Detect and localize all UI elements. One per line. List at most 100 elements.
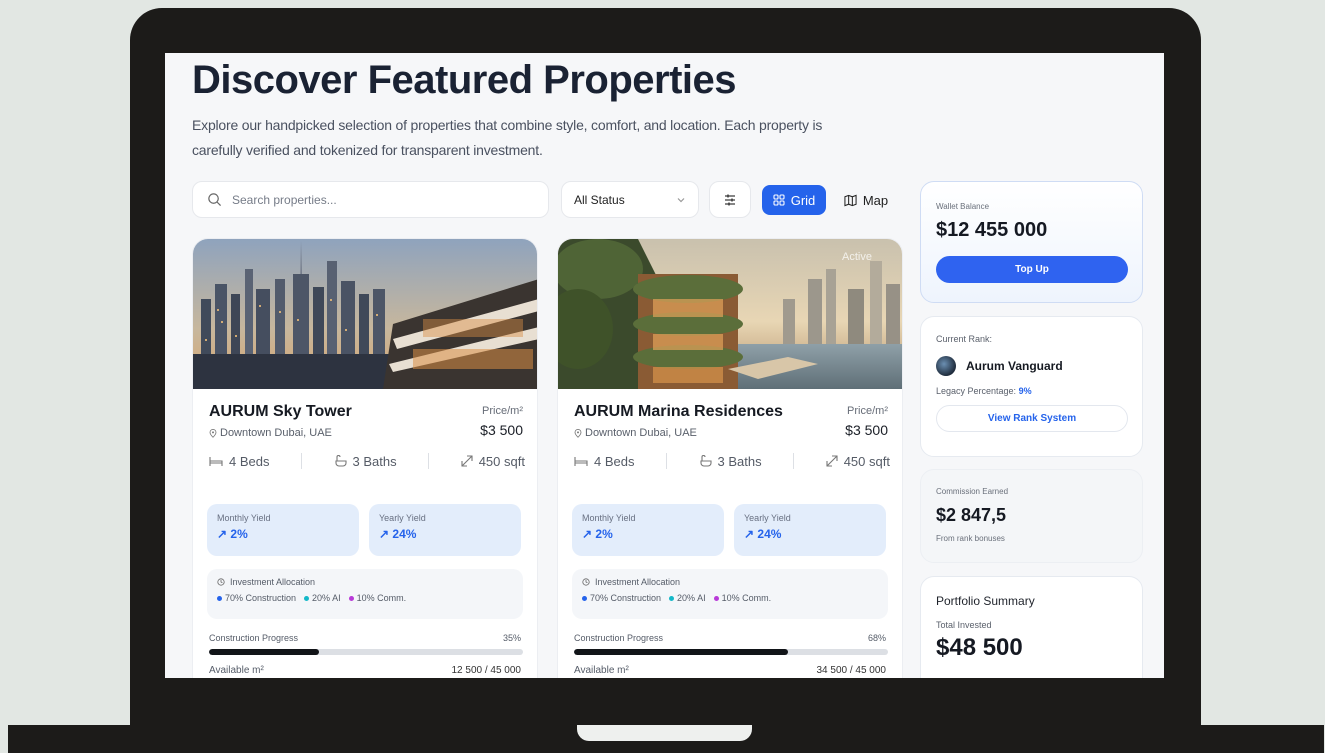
yearly-yield-box: Yearly Yield ↗ 24% — [734, 504, 886, 556]
available-value: 12 500 / 45 000 — [451, 665, 521, 676]
map-view-button[interactable]: Map — [834, 185, 898, 215]
location-pin-icon — [209, 428, 217, 438]
top-up-button[interactable]: Top Up — [936, 256, 1128, 283]
monthly-yield-number: 2% — [595, 527, 613, 541]
portfolio-total-label: Total Invested — [936, 620, 992, 630]
allocation-ai: 20% AI — [304, 593, 341, 603]
property-card[interactable]: AURUM Sky Tower Downtown Dubai, UAE Pric… — [192, 238, 538, 678]
search-icon — [208, 193, 222, 207]
comm-dot — [348, 595, 354, 601]
price-label: Price/m² — [482, 405, 523, 417]
search-box[interactable] — [192, 181, 549, 218]
wallet-card: Wallet Balance $12 455 000 Top Up — [920, 181, 1143, 303]
allocation-comm: 10% Comm. — [713, 593, 772, 603]
expand-icon — [461, 455, 473, 467]
portfolio-summary-card: Portfolio Summary Total Invested $48 500 — [920, 576, 1143, 678]
rank-name: Aurum Vanguard — [966, 359, 1063, 373]
available-label: Available m² — [574, 665, 629, 676]
property-location: Downtown Dubai, UAE — [209, 427, 332, 439]
wallet-amount: $12 455 000 — [936, 219, 1048, 241]
status-select-value: All Status — [574, 192, 625, 207]
monthly-yield-label: Monthly Yield — [217, 513, 271, 523]
rank-label: Current Rank: — [936, 334, 993, 344]
commission-label: Commission Earned — [936, 487, 1009, 496]
status-badge: Active — [842, 251, 872, 263]
area-label: 450 sqft — [478, 453, 525, 469]
yearly-yield-value: ↗ 24% — [379, 527, 511, 541]
yearly-yield-label: Yearly Yield — [744, 513, 791, 523]
allocation-construction-text: 70% Construction — [225, 593, 297, 603]
property-image — [193, 239, 537, 389]
baths-label: 3 Baths — [717, 453, 762, 469]
allocation-comm-text: 10% Comm. — [356, 593, 407, 603]
property-location-text: Downtown Dubai, UAE — [220, 427, 332, 439]
spec-divider — [666, 453, 668, 469]
ai-dot — [669, 595, 675, 601]
laptop-notch — [577, 725, 752, 741]
baths-spec: 3 Baths — [699, 454, 762, 469]
trend-up-icon: ↗ — [744, 527, 755, 541]
allocation-ai-text: 20% AI — [312, 593, 341, 603]
yearly-yield-value: ↗ 24% — [744, 527, 876, 541]
progress-fill — [574, 649, 788, 655]
comm-dot — [713, 595, 719, 601]
price-value: $3 500 — [480, 422, 523, 438]
property-name: AURUM Marina Residences — [574, 403, 783, 420]
allocation-title: Investment Allocation — [582, 577, 878, 587]
progress-fill — [209, 649, 319, 655]
page-subtitle: Explore our handpicked selection of prop… — [192, 117, 823, 158]
available-label: Available m² — [209, 665, 264, 676]
allocation-title-text: Investment Allocation — [595, 577, 681, 587]
trend-up-icon: ↗ — [582, 527, 593, 541]
search-input[interactable] — [232, 192, 512, 207]
price-value: $3 500 — [845, 422, 888, 438]
spec-divider — [793, 453, 795, 469]
commission-amount: $2 847,5 — [936, 505, 1007, 525]
clock-icon — [217, 578, 225, 586]
available-value: 34 500 / 45 000 — [816, 665, 886, 676]
legacy-label: Legacy Percentage: — [936, 386, 1017, 396]
property-image: Active — [558, 239, 902, 389]
property-name: AURUM Sky Tower — [209, 403, 352, 420]
construction-dot — [582, 595, 587, 601]
view-rank-system-button[interactable]: View Rank System — [936, 405, 1128, 432]
filter-button[interactable] — [709, 181, 751, 218]
monthly-yield-box: Monthly Yield ↗ 2% — [572, 504, 724, 556]
price-label: Price/m² — [847, 405, 888, 417]
ai-dot — [304, 595, 310, 601]
expand-icon — [826, 455, 838, 467]
grid-view-button[interactable]: Grid — [762, 185, 826, 215]
portfolio-total-amount: $48 500 — [936, 634, 1023, 661]
rank-badge-icon — [936, 356, 956, 376]
property-card[interactable]: Active AURUM Marina Residences Downtown … — [557, 238, 903, 678]
investment-allocation: Investment Allocation 70% Construction 2… — [572, 569, 888, 619]
commission-note: From rank bonuses — [936, 534, 1005, 543]
grid-icon — [773, 194, 785, 206]
allocation-title-text: Investment Allocation — [230, 577, 316, 587]
progress-label: Construction Progress — [574, 633, 664, 643]
property-specs: 4 Beds 3 Baths 450 sqft — [574, 453, 890, 469]
beds-spec: 4 Beds — [574, 454, 634, 469]
allocation-items: 70% Construction 20% AI 10% Comm. — [582, 593, 878, 603]
monthly-yield-value: ↗ 2% — [217, 527, 349, 541]
clock-icon — [582, 578, 590, 586]
wallet-label: Wallet Balance — [936, 202, 990, 211]
property-specs: 4 Beds 3 Baths 450 sqft — [209, 453, 525, 469]
baths-label: 3 Baths — [352, 453, 397, 469]
status-select[interactable]: All Status — [561, 181, 699, 218]
map-view-label: Map — [862, 192, 889, 208]
monthly-yield-number: 2% — [230, 527, 248, 541]
bath-icon — [699, 455, 712, 467]
construction-dot — [217, 595, 222, 601]
allocation-construction: 70% Construction — [217, 593, 296, 603]
allocation-items: 70% Construction 20% AI 10% Comm. — [217, 593, 513, 603]
rank-card: Current Rank: Aurum Vanguard Legacy Perc… — [920, 316, 1143, 457]
spec-divider — [301, 453, 303, 469]
allocation-comm-text: 10% Comm. — [721, 593, 772, 603]
monthly-yield-value: ↗ 2% — [582, 527, 714, 541]
progress-bar — [574, 649, 888, 655]
map-icon — [844, 194, 857, 206]
legacy-value: 9% — [1018, 386, 1032, 396]
location-pin-icon — [574, 428, 582, 438]
sliders-icon — [725, 194, 735, 205]
